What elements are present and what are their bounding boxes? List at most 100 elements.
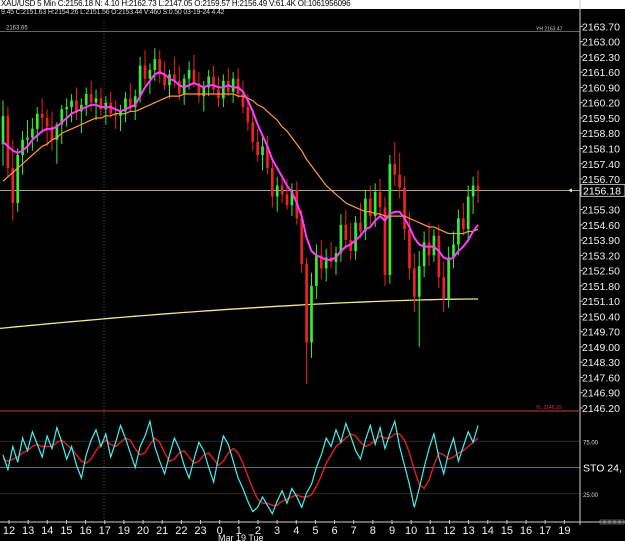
yesterday-high-left-label: 2163.65 — [6, 25, 28, 31]
candle-body — [403, 187, 406, 230]
candle-body — [447, 257, 450, 299]
candle-body — [187, 69, 191, 79]
price-tick-label: 2163.00 — [582, 37, 620, 49]
candle-body — [6, 115, 10, 169]
candle-body — [236, 78, 240, 94]
candle-body — [104, 102, 108, 110]
candle-body — [222, 80, 225, 99]
candle-body — [138, 65, 142, 97]
price-tick-label: 2153.90 — [582, 235, 620, 247]
price-tick-label: 2162.30 — [582, 52, 620, 64]
candle-body — [457, 218, 460, 245]
sto-d-line — [2, 433, 479, 506]
candle-body — [246, 107, 250, 123]
candle-body — [153, 59, 157, 70]
time-tick-label: 15 — [501, 525, 513, 537]
time-tick-label: 20 — [137, 525, 149, 537]
candle-body — [432, 235, 436, 256]
sto-tick-label: 75.00 — [583, 440, 599, 446]
candle-body — [143, 65, 147, 79]
candle-body — [192, 69, 196, 84]
price-tick-label: 2151.10 — [582, 296, 620, 308]
time-tick-label: 7 — [351, 525, 357, 537]
candle-body — [16, 155, 20, 204]
candle-body — [70, 100, 73, 108]
candle-body — [35, 113, 39, 129]
time-tick-label: 12 — [443, 525, 455, 537]
candle-body — [89, 93, 93, 103]
time-tick-label: 19 — [118, 525, 130, 537]
candle-body — [354, 222, 357, 251]
candle-body — [75, 100, 78, 112]
candle-body — [427, 242, 431, 256]
price-tick-label: 2149.70 — [582, 327, 620, 339]
price-tick-label: 2158.10 — [582, 143, 620, 155]
candle-body — [471, 185, 475, 197]
candle-body — [408, 229, 411, 269]
candle-body — [26, 137, 29, 140]
candle-body — [280, 185, 284, 195]
candle-body — [261, 146, 264, 156]
last-price-label: 2156.18 — [583, 185, 621, 197]
time-tick-label: 3 — [274, 525, 280, 537]
candle-body — [359, 222, 362, 232]
time-tick-label: 16 — [520, 525, 532, 537]
candle-body — [270, 168, 274, 197]
candle-body — [40, 113, 44, 118]
price-tick-label: 2158.80 — [582, 128, 620, 140]
price-tick-label: 2150.40 — [582, 311, 620, 323]
stochastic-panel — [0, 418, 580, 516]
date-label: Mar 19 Tue — [218, 533, 264, 541]
candle-body — [368, 198, 372, 217]
candle-body — [417, 266, 421, 297]
sto-tick-label: 25.00 — [583, 493, 599, 499]
candle-body — [21, 139, 24, 156]
price-tick-label: 2160.90 — [582, 82, 620, 94]
time-tick-label: 19 — [558, 525, 570, 537]
price-tick-label: 2161.60 — [582, 67, 620, 79]
price-tick-label: 2160.20 — [582, 98, 620, 110]
price-panel: 2163.65 YH 2163.47 YL 2146.20 — [0, 22, 580, 520]
candle-body — [378, 192, 382, 208]
candle-body — [310, 285, 313, 343]
candle-body — [466, 196, 470, 230]
candle-body — [398, 174, 401, 188]
time-tick-label: 10 — [405, 525, 417, 537]
candle-body — [373, 192, 377, 217]
time-tick-label: 6 — [331, 525, 337, 537]
time-tick-label: 14 — [482, 525, 494, 537]
candle-body — [202, 87, 206, 97]
candle-body — [256, 141, 259, 156]
time-tick-label: 11 — [425, 525, 436, 537]
time-tick-label: 21 — [156, 525, 168, 537]
time-tick-label: 14 — [41, 525, 53, 537]
price-tick-label: 2147.60 — [582, 372, 620, 384]
candle-body — [231, 78, 235, 92]
candle-body — [212, 76, 215, 90]
candle-body — [437, 235, 441, 278]
candle-body — [461, 218, 465, 230]
price-tick-label: 2146.90 — [582, 388, 620, 400]
candle-body — [388, 163, 392, 275]
price-chart[interactable]: 2163.65 YH 2163.47YL 2146.20 2163.70 2163.… — [0, 0, 625, 541]
time-tick-label: 16 — [79, 525, 91, 537]
price-tick-label: 2154.60 — [582, 220, 620, 232]
candle-body — [1, 115, 5, 145]
candle-body — [177, 80, 181, 94]
time-tick-label: 9 — [389, 525, 395, 537]
candle-body — [65, 107, 68, 110]
time-tick-label: 17 — [99, 525, 111, 537]
price-tick-label: 2151.80 — [582, 281, 620, 293]
candle-body — [94, 98, 98, 103]
candle-body — [148, 69, 152, 79]
time-tick-label: 23 — [194, 525, 206, 537]
candle-body — [275, 185, 279, 197]
price-tick-label: 2163.70 — [582, 21, 620, 33]
price-tick-label: 2153.20 — [582, 250, 620, 262]
price-tick-label: 2159.50 — [582, 113, 620, 125]
time-tick-label: 13 — [462, 525, 474, 537]
candle-body — [383, 207, 387, 275]
candle-body — [393, 163, 397, 175]
moving-average-slow — [0, 298, 478, 330]
time-tick-label: 13 — [22, 525, 34, 537]
